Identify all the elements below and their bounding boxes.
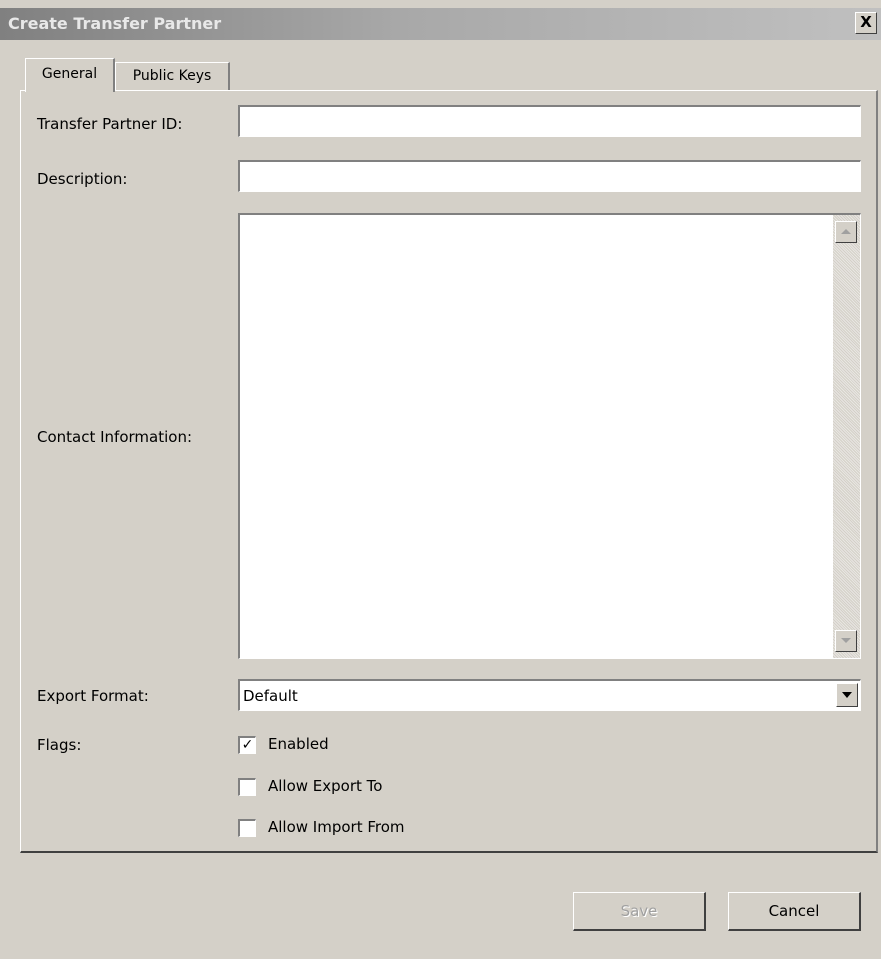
tab-general[interactable]: General (25, 58, 115, 92)
close-icon: X (860, 13, 872, 31)
tab-public-keys[interactable]: Public Keys (115, 62, 230, 90)
tab-general-label: General (41, 66, 98, 82)
close-button[interactable]: X (855, 12, 877, 34)
title-bar: Create Transfer Partner X (0, 8, 881, 40)
window-title: Create Transfer Partner (8, 14, 222, 33)
cancel-button[interactable]: Cancel (728, 892, 861, 931)
save-button[interactable]: Save (573, 892, 706, 931)
tab-public-keys-label: Public Keys (132, 68, 212, 84)
tab-panel-general (20, 90, 878, 853)
